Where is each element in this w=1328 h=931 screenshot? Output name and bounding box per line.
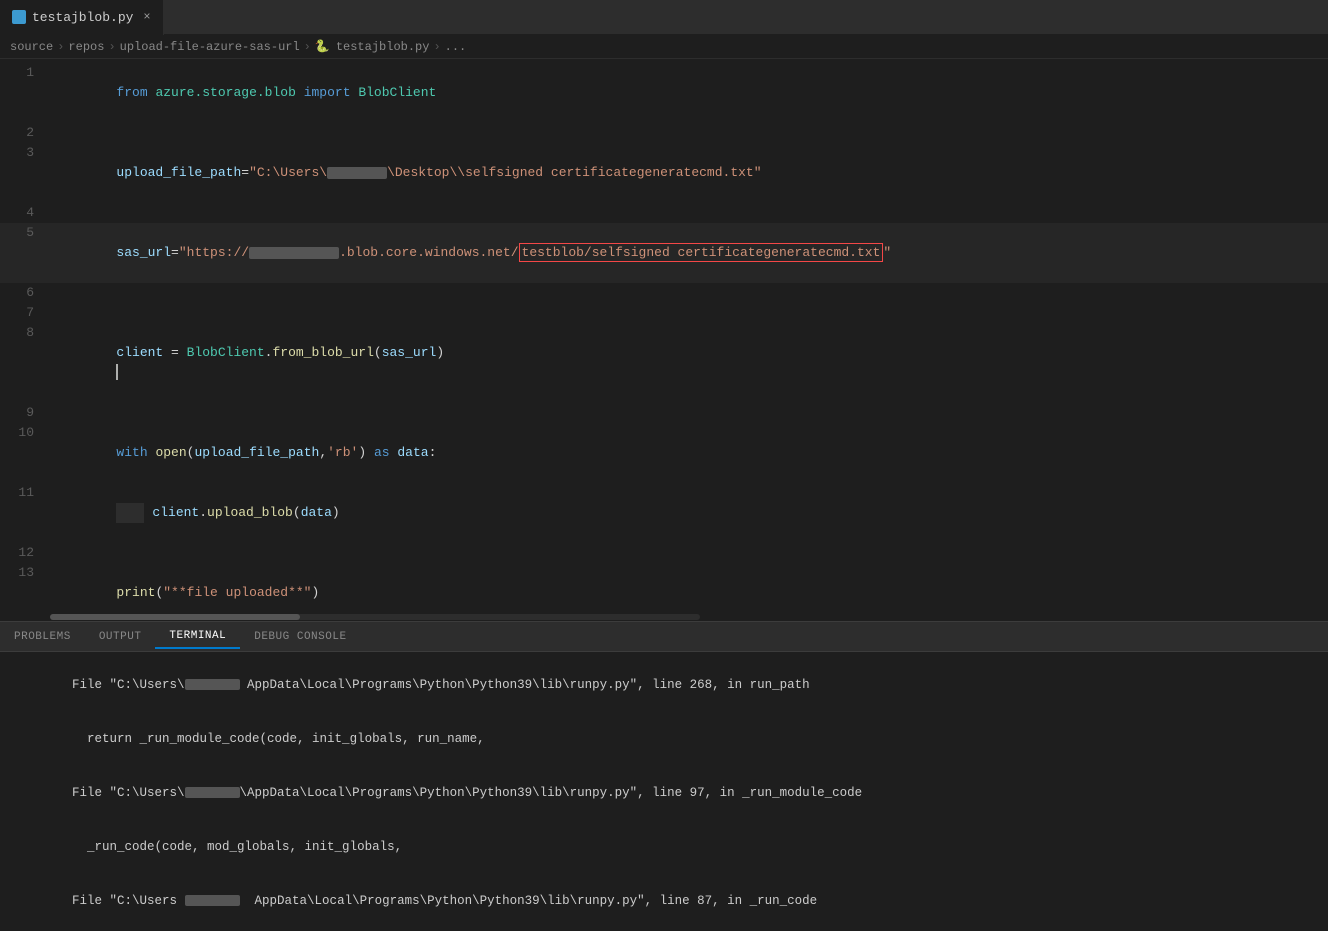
- code-line-5: 5 sas_url="https:// .blob.core.windows.n…: [0, 223, 1328, 283]
- term-line-5: File "C:\Users AppData\Local\Programs\Py…: [12, 874, 1316, 928]
- editor: 1 from azure.storage.blob import BlobCli…: [0, 59, 1328, 621]
- horizontal-scrollbar-area: [0, 613, 1328, 621]
- code-line-3: 3 upload_file_path="C:\Users\ \Desktop\\…: [0, 143, 1328, 203]
- line-content-6: [50, 283, 1328, 303]
- class-blobclient: BlobClient: [358, 85, 436, 100]
- keyword-with: with: [116, 445, 147, 460]
- python-file-icon: [12, 10, 26, 24]
- line-content-13: print("**file uploaded**"): [50, 563, 1328, 613]
- line-content-10: with open(upload_file_path,'rb') as data…: [50, 423, 1328, 483]
- breadcrumb-source[interactable]: source: [10, 40, 53, 54]
- panel: PROBLEMS OUTPUT TERMINAL DEBUG CONSOLE F…: [0, 621, 1328, 931]
- var-sas-url2: sas_url: [382, 345, 437, 360]
- func-open: open: [155, 445, 186, 460]
- breadcrumb-sep3: ›: [304, 40, 311, 54]
- python-breadcrumb-icon: 🐍: [315, 39, 330, 54]
- var-data2: data: [301, 505, 332, 520]
- keyword-from: from: [116, 85, 147, 100]
- string-path: "C:\Users\ \Desktop\\selfsigned certific…: [249, 165, 761, 180]
- tab-bar: testajblob.py ×: [0, 0, 1328, 35]
- term-line-1: File "C:\Users\ AppData\Local\Programs\P…: [12, 658, 1316, 712]
- keyword-as: as: [374, 445, 390, 460]
- code-area[interactable]: 1 from azure.storage.blob import BlobCli…: [0, 59, 1328, 613]
- code-line-4: 4: [0, 203, 1328, 223]
- code-line-12: 12: [0, 543, 1328, 563]
- keyword-import: import: [304, 85, 351, 100]
- line-content-1: from azure.storage.blob import BlobClien…: [50, 63, 1328, 123]
- string-blob-path: testblob/selfsigned certificategeneratec…: [522, 245, 881, 260]
- code-line-10: 10 with open(upload_file_path,'rb') as d…: [0, 423, 1328, 483]
- breadcrumb: source › repos › upload-file-azure-sas-u…: [0, 35, 1328, 59]
- line-number-13: 13: [0, 563, 50, 583]
- func-upload-blob: upload_blob: [207, 505, 293, 520]
- scrollbar-track[interactable]: [50, 614, 700, 620]
- module-name: azure.storage.blob: [155, 85, 295, 100]
- line-number-6: 6: [0, 283, 50, 303]
- tab-output[interactable]: OUTPUT: [85, 626, 156, 648]
- line-content-3: upload_file_path="C:\Users\ \Desktop\\se…: [50, 143, 1328, 203]
- line-number-11: 11: [0, 483, 50, 503]
- tab-close-button[interactable]: ×: [143, 10, 150, 24]
- line-content-4: [50, 203, 1328, 223]
- line-content-2: [50, 123, 1328, 143]
- line-content-12: [50, 543, 1328, 563]
- term-line-4: _run_code(code, mod_globals, init_global…: [12, 820, 1316, 874]
- code-line-7: 7: [0, 303, 1328, 323]
- breadcrumb-file[interactable]: testajblob.py: [336, 40, 430, 54]
- panel-tab-bar: PROBLEMS OUTPUT TERMINAL DEBUG CONSOLE: [0, 622, 1328, 652]
- breadcrumb-sep: ›: [57, 40, 64, 54]
- var-client: client: [116, 345, 163, 360]
- tab-problems[interactable]: PROBLEMS: [0, 626, 85, 648]
- tab-terminal[interactable]: TERMINAL: [155, 625, 240, 649]
- line-number-7: 7: [0, 303, 50, 323]
- scrollbar-thumb[interactable]: [50, 614, 300, 620]
- line-number-4: 4: [0, 203, 50, 223]
- text-cursor: [116, 364, 118, 380]
- term-line-3: File "C:\Users\ \AppData\Local\Programs\…: [12, 766, 1316, 820]
- code-line-1: 1 from azure.storage.blob import BlobCli…: [0, 63, 1328, 123]
- var-upload-path: upload_file_path: [116, 165, 241, 180]
- var-client2: client: [152, 505, 199, 520]
- line-content-5: sas_url="https:// .blob.core.windows.net…: [50, 223, 1328, 283]
- breadcrumb-sep4: ›: [433, 40, 440, 54]
- func-from-blob-url: from_blob_url: [272, 345, 373, 360]
- string-rb: 'rb': [327, 445, 358, 460]
- string-sas-url: "https:// .blob.core.windows.net/: [179, 245, 519, 260]
- breadcrumb-sep2: ›: [108, 40, 115, 54]
- line-content-7: [50, 303, 1328, 323]
- func-print: print: [116, 585, 155, 600]
- code-line-11: 11 client.upload_blob(data): [0, 483, 1328, 543]
- line-number-2: 2: [0, 123, 50, 143]
- line-number-1: 1: [0, 63, 50, 83]
- term-line-2: return _run_module_code(code, init_globa…: [12, 712, 1316, 766]
- tab-label: testajblob.py: [32, 10, 133, 25]
- code-line-13: 13 print("**file uploaded**"): [0, 563, 1328, 613]
- breadcrumb-repos[interactable]: repos: [68, 40, 104, 54]
- string-uploaded: "**file uploaded**": [163, 585, 311, 600]
- cls-blobclient2: BlobClient: [187, 345, 265, 360]
- terminal-content[interactable]: File "C:\Users\ AppData\Local\Programs\P…: [0, 652, 1328, 931]
- code-line-8: 8 client = BlobClient.from_blob_url(sas_…: [0, 323, 1328, 403]
- line-number-9: 9: [0, 403, 50, 423]
- var-data: data: [397, 445, 428, 460]
- line-number-3: 3: [0, 143, 50, 163]
- string-sas-end: ": [883, 245, 891, 260]
- line-content-11: client.upload_blob(data): [50, 483, 1328, 543]
- var-sas-url: sas_url: [116, 245, 171, 260]
- breadcrumb-upload[interactable]: upload-file-azure-sas-url: [120, 40, 300, 54]
- tab-testajblob[interactable]: testajblob.py ×: [0, 0, 164, 35]
- tab-debug-console[interactable]: DEBUG CONSOLE: [240, 626, 360, 648]
- line-number-8: 8: [0, 323, 50, 343]
- line-number-12: 12: [0, 543, 50, 563]
- line-number-5: 5: [0, 223, 50, 243]
- line-content-9: [50, 403, 1328, 423]
- code-line-2: 2: [0, 123, 1328, 143]
- code-line-6: 6: [0, 283, 1328, 303]
- code-line-9: 9: [0, 403, 1328, 423]
- var-upload2: upload_file_path: [194, 445, 319, 460]
- line-content-8: client = BlobClient.from_blob_url(sas_ur…: [50, 323, 1328, 403]
- breadcrumb-ellipsis: ...: [445, 40, 467, 54]
- line-number-10: 10: [0, 423, 50, 443]
